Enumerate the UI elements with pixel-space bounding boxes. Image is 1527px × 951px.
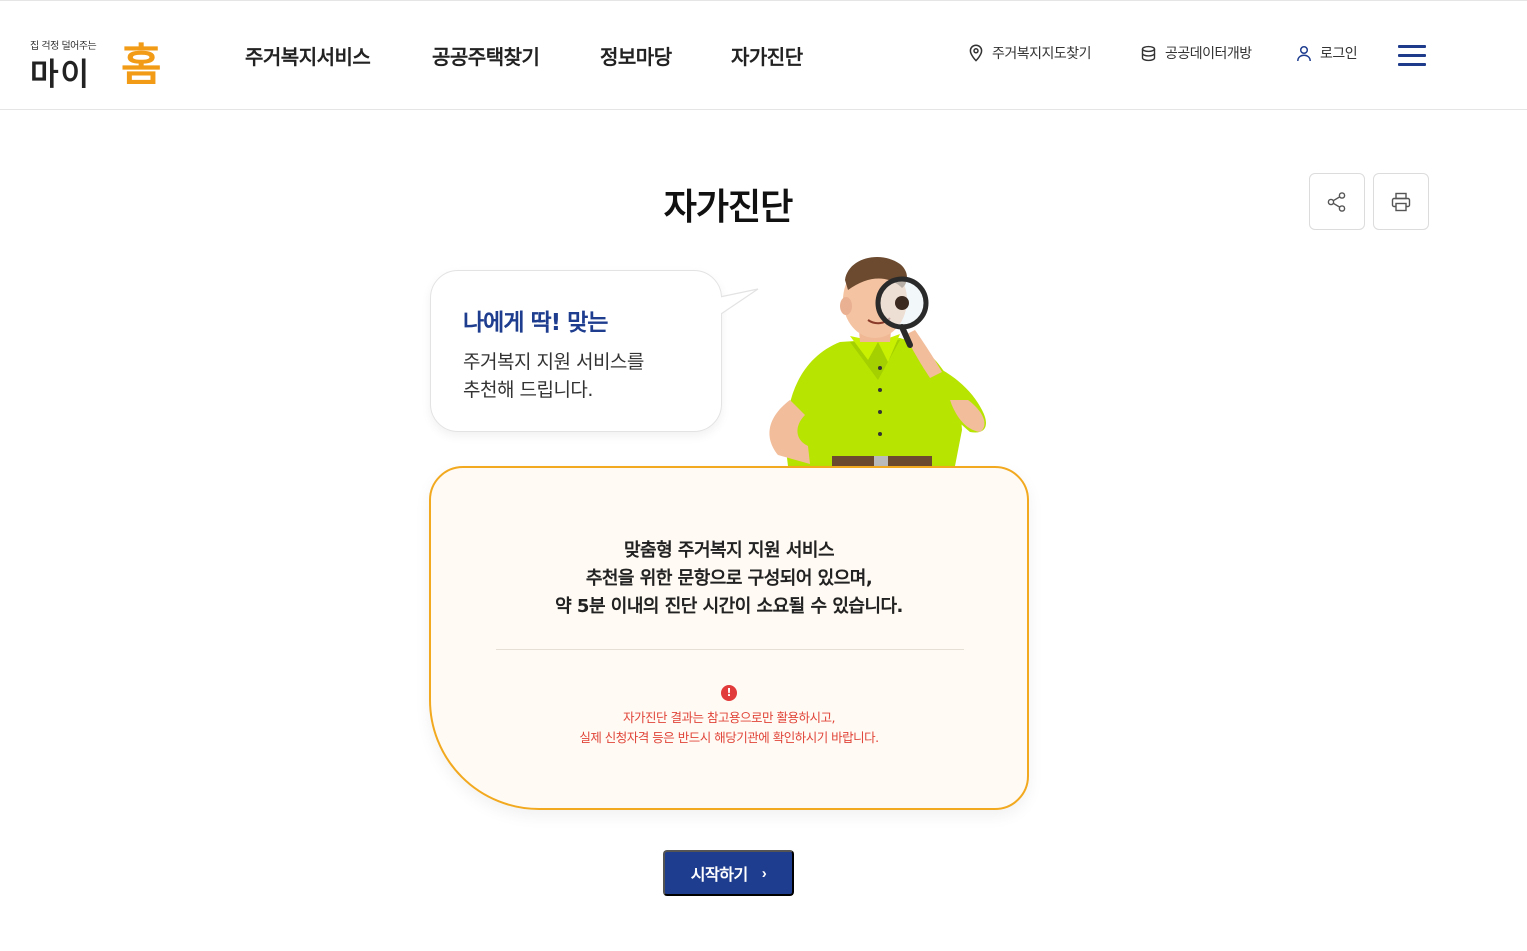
share-button[interactable] [1309,173,1365,230]
hamburger-menu-icon[interactable] [1398,45,1426,67]
nav-self-diagnosis[interactable]: 자가진단 [731,41,803,70]
login-link[interactable]: 로그인 [1296,43,1358,63]
character-illustration [769,257,986,466]
nav-housing-welfare-service[interactable]: 주거복지서비스 [245,41,371,70]
warning-text-line: 실제 신청자격 등은 반드시 해당기관에 확인하시기 바랍니다. [579,730,879,745]
card-description-line: 약 5분 이내의 진단 시간이 소요될 수 있습니다. [555,596,903,617]
info-card: 맞춤형 주거복지 지원 서비스 추천을 위한 문항으로 구성되어 있으며, 약 … [429,466,1029,810]
warning-text-line: 자가진단 결과는 참고용으로만 활용하시고, [623,710,835,725]
card-description-line: 맞춤형 주거복지 지원 서비스 [623,540,835,561]
print-icon [1391,192,1411,211]
nav-information[interactable]: 정보마당 [600,41,672,70]
bubble-title: 나에게 딱! 맞는 [463,310,608,336]
site-logo[interactable]: 집 걱정 덜어주는 마이 홈 [30,29,165,93]
user-icon [1297,45,1311,61]
chevron-right-icon: › [761,864,767,882]
logo-accent-text: 홈 [121,40,162,91]
welfare-map-link[interactable]: 주거복지지도찾기 [968,43,1092,63]
database-icon [1141,45,1156,61]
login-label: 로그인 [1320,46,1358,62]
logo-main-text: 마이 [30,57,92,93]
start-button[interactable]: 시작하기 › [663,850,794,896]
open-data-label: 공공데이터개방 [1165,46,1252,62]
warning-icon: ! [721,685,737,701]
welfare-map-label: 주거복지지도찾기 [992,46,1092,62]
page-title: 자가진단 [663,187,793,228]
card-divider [496,649,964,650]
bubble-text-line: 주거복지 지원 서비스를 [463,351,644,373]
bubble-text-line: 추천해 드립니다. [463,379,593,401]
card-description-line: 추천을 위한 문항으로 구성되어 있으며, [585,568,873,589]
open-data-link[interactable]: 공공데이터개방 [1140,43,1252,63]
location-pin-icon [969,44,983,62]
print-button[interactable] [1373,173,1429,230]
site-header: 집 걱정 덜어주는 마이 홈 주거복지서비스 공공주택찾기 정보마당 자가진단 … [0,0,1527,110]
speech-bubble: 나에게 딱! 맞는 주거복지 지원 서비스를 추천해 드립니다. [430,270,722,432]
start-button-label: 시작하기 [690,867,748,884]
nav-public-housing-search[interactable]: 공공주택찾기 [432,41,540,70]
share-icon [1327,191,1346,212]
